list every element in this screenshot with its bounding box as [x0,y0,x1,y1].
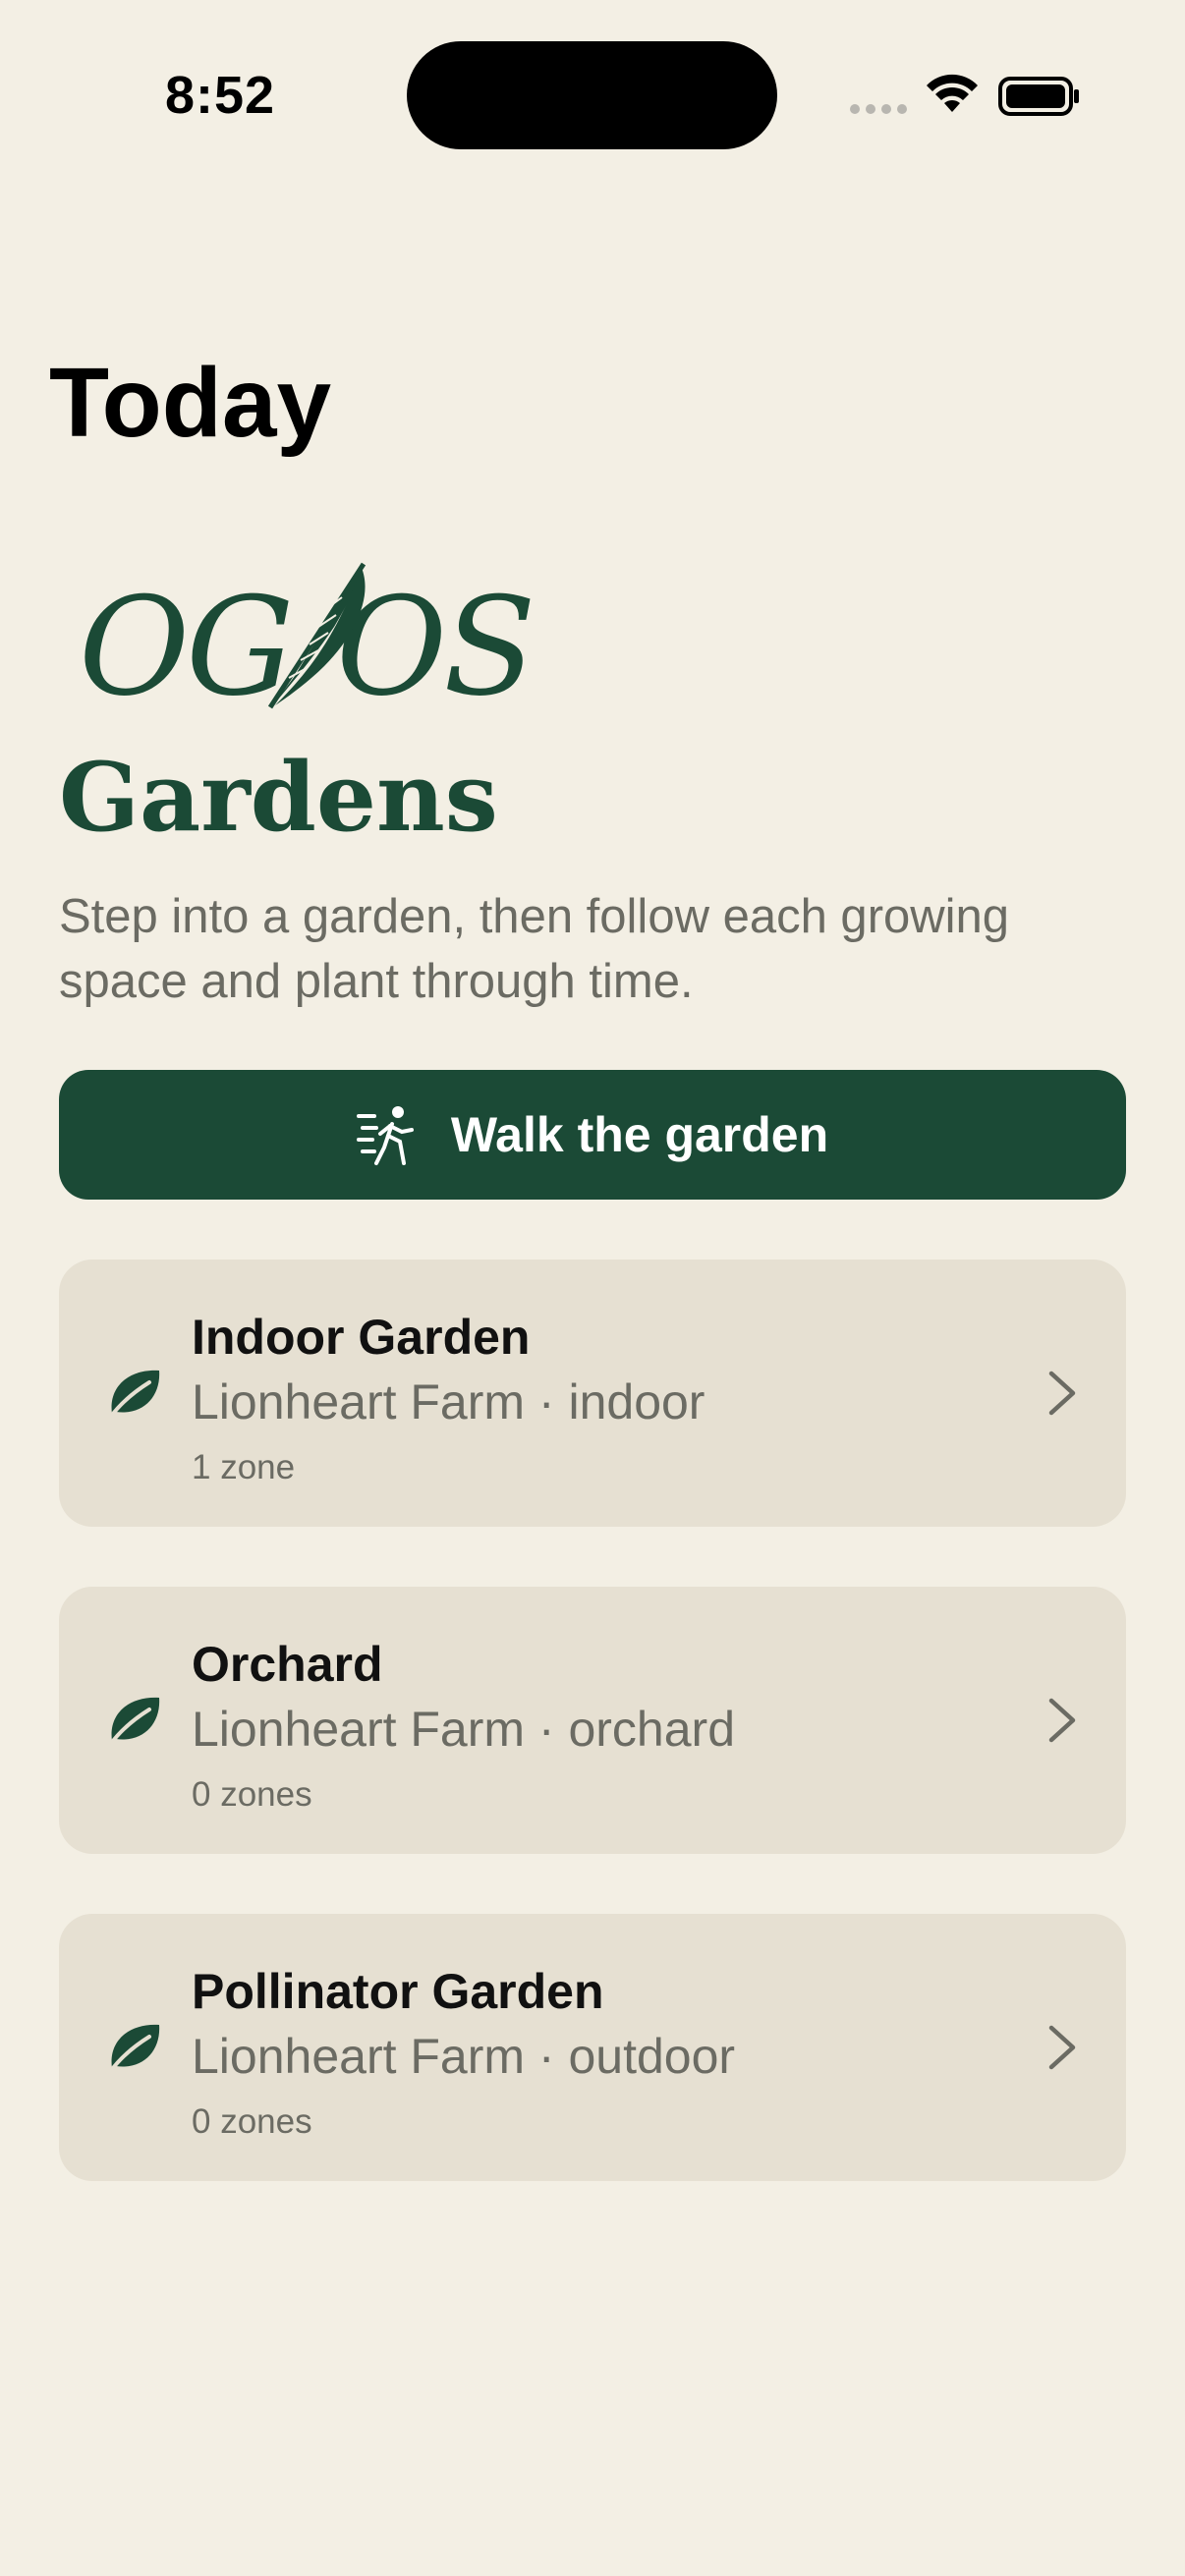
walking-person-icon [356,1106,414,1165]
garden-card-pollinator-garden[interactable]: Pollinator Garden Lionheart Farm · outdo… [59,1914,1126,2181]
walk-the-garden-button[interactable]: Walk the garden [59,1070,1126,1200]
chevron-right-icon [1048,1698,1076,1743]
og-os-logo: OG OS [79,562,536,715]
page-title: Today [49,348,332,458]
svg-text:OG: OG [79,568,290,715]
chevron-right-icon [1048,2025,1076,2070]
leaf-icon [108,2024,160,2074]
garden-zone-count: 1 zone [192,1448,296,1486]
garden-zone-count: 0 zones [192,1775,312,1814]
leaf-icon [108,1697,160,1747]
garden-location-type: Lionheart Farm · outdoor [192,2029,736,2084]
status-time: 8:52 [165,66,276,125]
garden-name: Indoor Garden [192,1310,531,1365]
dynamic-island [407,41,777,149]
svg-text:OS: OS [336,568,533,715]
wifi-icon [927,74,978,112]
cellular-signal-icon [850,104,907,114]
chevron-right-icon [1048,1371,1076,1416]
garden-name: Pollinator Garden [192,1964,604,2019]
section-title: Gardens [59,742,498,853]
garden-card-orchard[interactable]: Orchard Lionheart Farm · orchard 0 zones [59,1587,1126,1854]
garden-location-type: Lionheart Farm · indoor [192,1374,705,1429]
walk-button-label: Walk the garden [450,1107,829,1162]
status-bar: 8:52 [0,0,1185,187]
section-subtitle: Step into a garden, then follow each gro… [59,890,1010,1008]
garden-zone-count: 0 zones [192,2102,312,2141]
garden-name: Orchard [192,1637,383,1692]
battery-icon [998,77,1079,116]
garden-card-indoor-garden[interactable]: Indoor Garden Lionheart Farm · indoor 1 … [59,1260,1126,1527]
leaf-icon [108,1370,160,1420]
garden-location-type: Lionheart Farm · orchard [192,1702,736,1757]
